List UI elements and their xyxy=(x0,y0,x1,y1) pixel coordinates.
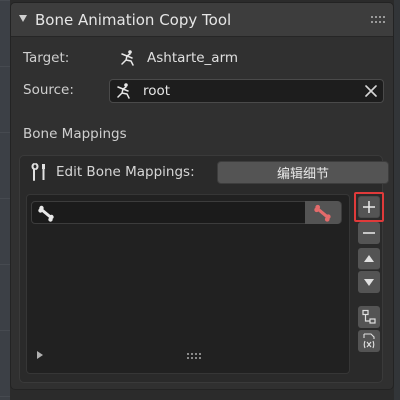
add-mapping-button[interactable] xyxy=(358,196,380,218)
source-field[interactable]: root xyxy=(109,79,384,103)
move-down-button[interactable] xyxy=(358,271,380,293)
source-label: Source: xyxy=(23,82,74,98)
hierarchy-icon xyxy=(362,309,376,324)
bone-mappings-box: Edit Bone Mappings: 编辑细节 xyxy=(19,155,389,383)
minus-icon xyxy=(363,232,375,234)
target-name: Ashtarte_arm xyxy=(147,50,239,66)
wrench-screwdriver-icon xyxy=(31,163,45,181)
bone-icon xyxy=(314,204,331,222)
bone-animation-copy-panel: Bone Animation Copy Tool Target: Ashtart… xyxy=(10,2,394,390)
edit-mappings-row: Edit Bone Mappings: xyxy=(30,162,195,182)
target-value: Ashtarte_arm xyxy=(119,47,238,69)
list-options-triangle-icon[interactable] xyxy=(37,351,43,359)
collapse-triangle-icon[interactable] xyxy=(19,15,27,22)
plus-icon xyxy=(363,201,375,213)
armature-icon xyxy=(121,50,134,66)
panel-title: Bone Animation Copy Tool xyxy=(35,11,232,29)
panel-drag-grip-icon[interactable] xyxy=(371,16,385,24)
edit-mappings-label: Edit Bone Mappings: xyxy=(56,164,195,180)
source-name: root xyxy=(143,83,171,99)
armature-icon xyxy=(117,83,130,99)
hierarchy-button[interactable] xyxy=(358,306,380,328)
viewport-edge xyxy=(0,0,10,400)
list-resize-grip-icon[interactable] xyxy=(187,353,203,359)
target-label: Target: xyxy=(23,50,70,66)
bone-mappings-list[interactable] xyxy=(26,194,350,374)
viewport-right-edge xyxy=(394,0,400,400)
close-icon[interactable] xyxy=(365,85,377,97)
function-icon xyxy=(363,333,375,349)
target-bone-button[interactable] xyxy=(305,201,341,224)
move-up-button[interactable] xyxy=(358,248,380,270)
bone-icon xyxy=(38,205,54,222)
move-down-icon xyxy=(364,278,374,286)
remove-mapping-button[interactable] xyxy=(358,222,380,244)
bone-mappings-label: Bone Mappings xyxy=(23,126,127,142)
panel-header[interactable]: Bone Animation Copy Tool xyxy=(11,3,393,37)
move-up-icon xyxy=(364,255,374,262)
driver-function-button[interactable] xyxy=(358,330,380,352)
edit-details-button[interactable]: 编辑细节 xyxy=(217,161,389,184)
list-item[interactable] xyxy=(31,201,342,224)
